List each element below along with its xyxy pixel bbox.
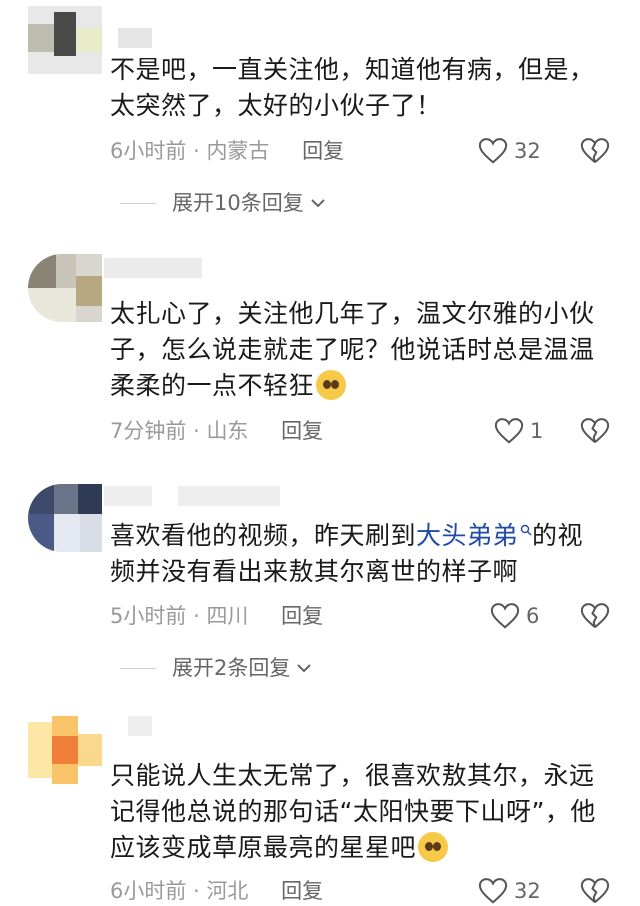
like-count: 6 bbox=[526, 604, 540, 628]
like-button[interactable]: 6 bbox=[490, 601, 539, 631]
reply-button[interactable]: 回复 bbox=[281, 604, 323, 628]
heart-outline-icon bbox=[494, 418, 524, 444]
comment-text: 不是吧，一直关注他，知道他有病，但是， 太突然了，太好的小伙子了！ bbox=[110, 55, 595, 120]
pleading-face-emoji-icon bbox=[316, 370, 347, 400]
reply-button[interactable]: 回复 bbox=[281, 419, 323, 443]
broken-heart-icon[interactable] bbox=[580, 417, 610, 445]
broken-heart-icon[interactable] bbox=[580, 137, 610, 165]
comment-meta: 5小时前 · 四川 回复 bbox=[110, 604, 324, 628]
like-button[interactable]: 32 bbox=[478, 876, 541, 906]
expand-replies-button[interactable]: 展开2条回复 bbox=[120, 653, 312, 683]
search-mini-icon[interactable] bbox=[520, 524, 532, 536]
comment-location: 河北 bbox=[206, 879, 249, 903]
broken-heart-icon[interactable] bbox=[580, 877, 610, 905]
comment-location: 山东 bbox=[206, 419, 249, 443]
like-count: 1 bbox=[530, 419, 544, 443]
like-count: 32 bbox=[514, 879, 541, 903]
avatar[interactable] bbox=[28, 254, 102, 322]
comment-time: 7分钟前 bbox=[110, 419, 187, 443]
comment-time: 6小时前 bbox=[110, 879, 187, 903]
reply-button[interactable]: 回复 bbox=[281, 879, 323, 903]
comment-meta: 7分钟前 · 山东 回复 bbox=[110, 419, 324, 443]
heart-outline-icon bbox=[478, 138, 508, 164]
comment-meta: 6小时前 · 内蒙古 回复 bbox=[110, 139, 345, 163]
comment-time: 5小时前 bbox=[110, 604, 187, 628]
expand-replies-button[interactable]: 展开10条回复 bbox=[120, 188, 326, 218]
like-button[interactable]: 32 bbox=[478, 136, 541, 166]
chevron-down-icon bbox=[297, 664, 312, 673]
username-blurred[interactable] bbox=[104, 258, 202, 278]
username-blurred[interactable] bbox=[128, 716, 152, 736]
comment-meta: 6小时前 · 河北 回复 bbox=[110, 879, 324, 903]
comment-text: 只能说人生太无常了，很喜欢敖其尔，永远 记得他总说的那句话“太阳快要下山呀”，他… bbox=[110, 761, 596, 862]
avatar[interactable] bbox=[28, 484, 102, 552]
chevron-down-icon bbox=[311, 199, 325, 208]
avatar[interactable] bbox=[28, 716, 102, 784]
divider-dash bbox=[120, 202, 156, 204]
reply-button[interactable]: 回复 bbox=[302, 139, 344, 163]
broken-heart-icon[interactable] bbox=[580, 602, 610, 630]
username-blurred[interactable] bbox=[118, 28, 152, 48]
like-button[interactable]: 1 bbox=[494, 416, 543, 446]
comment-time: 6小时前 bbox=[110, 139, 187, 163]
pleading-face-emoji-icon bbox=[418, 832, 449, 862]
like-count: 32 bbox=[514, 139, 541, 163]
username-blurred[interactable] bbox=[178, 486, 280, 506]
comment-location: 内蒙古 bbox=[206, 139, 270, 163]
hashtag-link[interactable]: 大头弟弟 bbox=[416, 521, 518, 550]
comment-text: 喜欢看他的视频，昨天刷到大头弟弟 的视 频并没有看出来敖其尔离世的样子啊 bbox=[110, 521, 584, 586]
heart-outline-icon bbox=[478, 878, 508, 904]
heart-outline-icon bbox=[490, 603, 520, 629]
comment-location: 四川 bbox=[206, 604, 249, 628]
avatar[interactable] bbox=[28, 6, 102, 74]
divider-dash bbox=[120, 667, 156, 669]
username-blurred[interactable] bbox=[104, 486, 152, 506]
comment-text: 太扎心了，关注他几年了，温文尔雅的小伙 子，怎么说走就走了呢？他说话时总是温温 … bbox=[110, 299, 595, 400]
